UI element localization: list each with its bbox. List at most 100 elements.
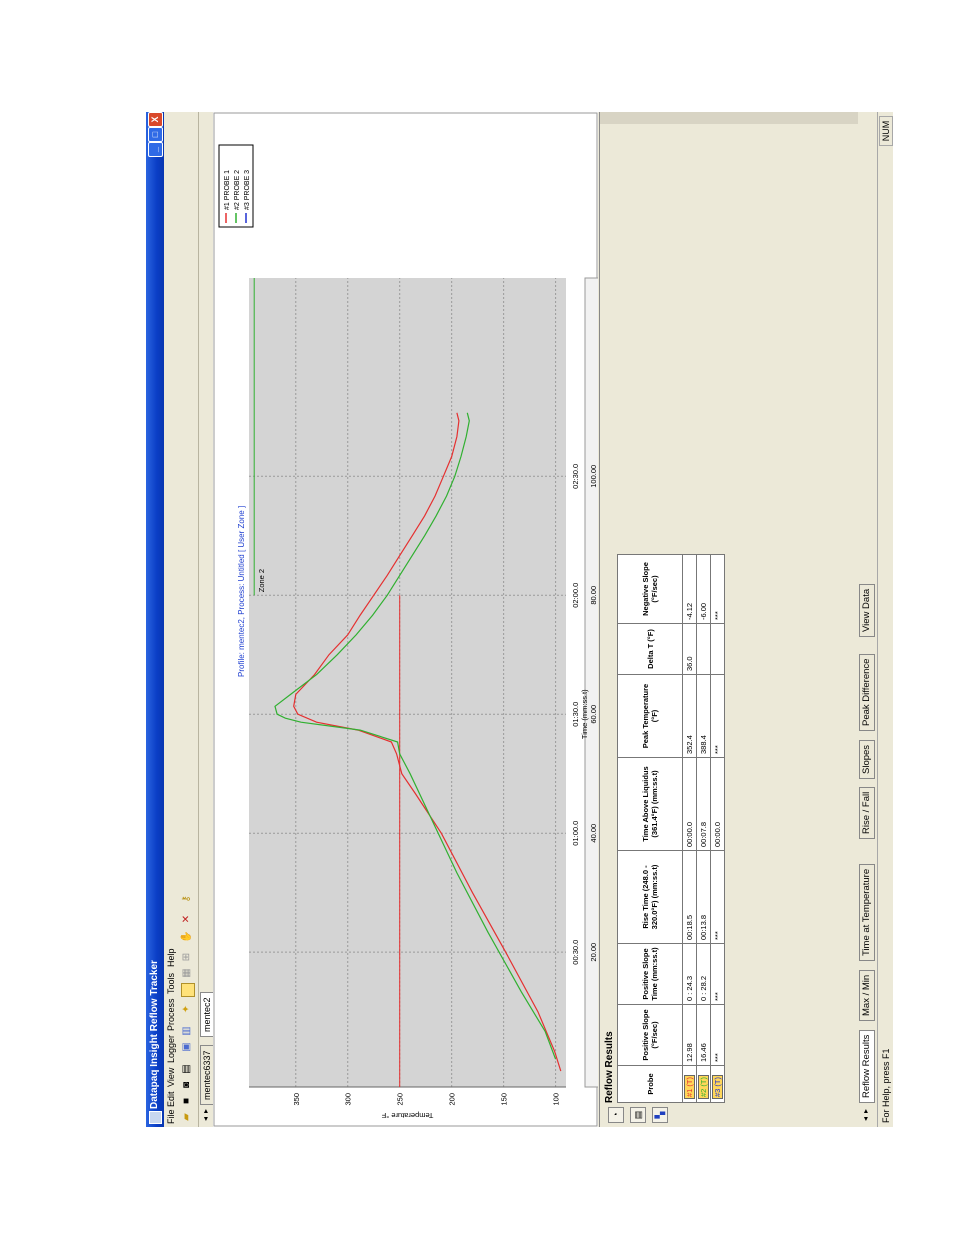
y-tick-label: 250 [396, 1093, 405, 1106]
col-negative-slope: Negative Slope (°F/sec) [617, 554, 683, 624]
menu-tools[interactable]: Tools [166, 973, 176, 994]
col-probe: Probe [617, 1065, 683, 1103]
menu-view[interactable]: View [166, 1068, 176, 1087]
upload-icon[interactable]: ▥ [181, 1025, 193, 1037]
col-positive-slope-time: Positive Slope Time (mm:ss.t) [617, 943, 683, 1005]
x-axis-label: Time (mm:ss.t) [580, 689, 589, 739]
print-icon[interactable]: ▤ [181, 1063, 193, 1075]
y-tick-label: 100 [552, 1093, 561, 1106]
minimize-button[interactable]: _ [148, 142, 163, 157]
status-bar: For Help, press F1 NUM [877, 112, 893, 1127]
tab-mentec6337[interactable]: mentec6337 [200, 1045, 214, 1105]
y-tick-label: 150 [500, 1093, 509, 1106]
table-cell: -4.12 [682, 554, 697, 624]
table-cell: *** [710, 554, 725, 624]
table-row[interactable]: #2 (T) 16.46 0 : 28.2 00:13.8 00:07.8 38… [696, 554, 711, 1103]
x2-tick-label: 80.00 [589, 586, 598, 605]
status-help-text: For Help, press F1 [881, 1048, 891, 1123]
reflow-results-table: Probe Positive Slope (°F/sec) Positive S… [617, 554, 725, 1103]
tab-view-data[interactable]: View Data [859, 583, 875, 637]
new-profile-icon[interactable] [181, 983, 195, 997]
table-cell [710, 623, 725, 675]
x-tick-label: 00:30.0 [571, 940, 580, 965]
tools-icon[interactable]: ✕ [181, 913, 193, 925]
hand-icon[interactable]: ✋ [181, 931, 193, 943]
x-tick-label: 02:30.0 [571, 464, 580, 489]
table-cell: -6.00 [696, 554, 711, 624]
open-folder-icon[interactable]: ▰ [181, 1111, 193, 1123]
table-row[interactable]: #3 (T) *** *** *** 00:00.0 *** *** [710, 554, 725, 1103]
menu-edit[interactable]: Edit [166, 1091, 176, 1107]
close-button[interactable]: X [148, 112, 163, 127]
x2-tick-label: 40.00 [589, 824, 598, 843]
x2-tick-label: 100.00 [589, 465, 598, 488]
y-tick-label: 200 [448, 1093, 457, 1106]
save-icon[interactable]: ■ [181, 1095, 193, 1107]
table-cell: 12.98 [682, 1004, 697, 1066]
tab-max-min[interactable]: Max / Min [859, 969, 875, 1021]
zoom-icon[interactable]: ⊞ [181, 951, 193, 963]
download-icon[interactable]: ▣ [181, 1041, 193, 1053]
table-cell: *** [710, 943, 725, 1005]
file-tab-strip: ◂ ▸ mentec6337 mentec2 [199, 112, 214, 1127]
y-axis-label: Temperature °F [381, 1111, 433, 1120]
table-cell: 00:00.0 [682, 757, 697, 851]
tab-time-at-temperature[interactable]: Time at Temperature [859, 863, 875, 961]
results-tab-right-icon[interactable]: ▸ [860, 1105, 872, 1117]
legend-entry: #2 PROBE 2 [234, 170, 241, 210]
probe-icon[interactable]: ▚ [652, 1107, 668, 1123]
menu-file[interactable]: File [166, 1109, 176, 1124]
chart-panel: Profile: mentec2, Process: Untitled [ Us… [213, 112, 606, 1127]
reflow-results-title: Reflow Results [604, 1031, 615, 1103]
y-tick-label: 300 [344, 1093, 353, 1106]
x-tick-label: 02:00.0 [571, 583, 580, 608]
menu-bar: File Edit View Logger Process Tools Help [164, 112, 178, 1127]
num-lock-indicator: NUM [879, 116, 893, 146]
tab-mentec2[interactable]: mentec2 [200, 992, 214, 1037]
col-time-above-liquidus: Time Above Liquidus (361.4°F) (mm:ss.t) [617, 757, 683, 851]
table-cell: 00:13.8 [696, 850, 711, 944]
chart-icon[interactable]: ◔ [608, 1107, 624, 1123]
maximize-button[interactable]: □ [148, 127, 163, 142]
table-cell [696, 623, 711, 675]
wand-icon[interactable]: ✦ [181, 1003, 193, 1015]
col-positive-slope: Positive Slope (°F/sec) [617, 1004, 683, 1066]
menu-logger[interactable]: Logger [166, 1035, 176, 1063]
app-icon [149, 1111, 162, 1124]
probe-cell: #2 (T) [696, 1065, 711, 1103]
tab-peak-difference[interactable]: Peak Difference [859, 653, 875, 731]
table-cell: *** [710, 850, 725, 944]
table-header-row: Probe Positive Slope (°F/sec) Positive S… [617, 554, 683, 1103]
table-cell: 0 : 24.3 [682, 943, 697, 1005]
table-icon[interactable]: ▤ [630, 1107, 646, 1123]
x2-tick-label: 20.00 [589, 943, 598, 962]
key-icon[interactable]: ⚷ [181, 893, 193, 905]
tab-reflow-results[interactable]: Reflow Results [859, 1029, 875, 1103]
col-peak-temperature: Peak Temperature (°F) [617, 674, 683, 758]
title-bar[interactable]: Datapaq Insight Reflow Tracker _ □ X [146, 112, 164, 1127]
probe-cell: #3 (T) [710, 1065, 725, 1103]
vertical-scrollbar[interactable] [600, 112, 858, 124]
legend-entry: #3 PROBE 3 [244, 170, 251, 210]
table-row[interactable]: #1 (T) 12.98 0 : 24.3 00:18.5 00:00.0 35… [682, 554, 697, 1103]
distance-strip [584, 277, 600, 1088]
table-cell: *** [710, 674, 725, 758]
legend-entry: #1 PROBE 1 [224, 170, 231, 210]
y-tick-label: 350 [292, 1093, 301, 1106]
plot-area [249, 278, 566, 1087]
tab-slopes[interactable]: Slopes [859, 739, 875, 779]
results-tab-strip: ◂ ▸ Reflow Results Max / Min Time at Tem… [857, 112, 877, 1127]
menu-help[interactable]: Help [166, 948, 176, 967]
col-delta-t: Delta T (°F) [617, 623, 683, 675]
table-cell: 00:18.5 [682, 850, 697, 944]
grid-icon[interactable]: ▦ [181, 967, 193, 979]
table-cell: 16.46 [696, 1004, 711, 1066]
table-cell: 00:07.8 [696, 757, 711, 851]
menu-process[interactable]: Process [166, 998, 176, 1031]
tab-scroll-right-icon[interactable]: ▸ [200, 1105, 212, 1117]
table-cell: 388.4 [696, 674, 711, 758]
tab-rise-fall[interactable]: Rise / Fall [859, 786, 875, 839]
window-title: Datapaq Insight Reflow Tracker [149, 960, 160, 1109]
logger-icon[interactable]: ◙ [181, 1079, 193, 1091]
table-cell: 00:00.0 [710, 757, 725, 851]
